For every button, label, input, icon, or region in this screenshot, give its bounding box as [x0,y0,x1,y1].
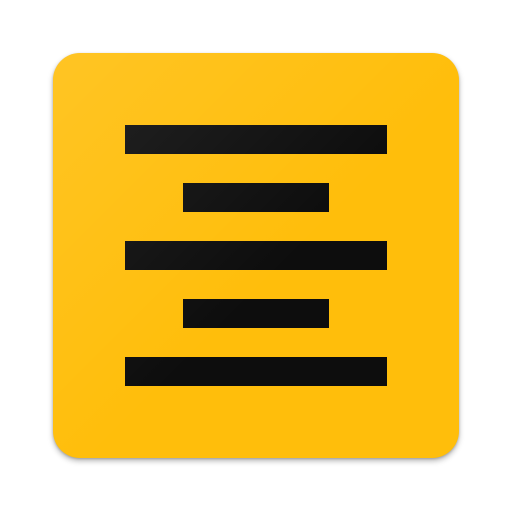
app-icon[interactable] [53,53,459,458]
glyph-line-long [125,241,387,270]
glyph-line-short [183,299,329,328]
text-align-center-icon [53,53,459,458]
glyph-line-short [183,183,329,212]
glyph-line-long [125,357,387,386]
glyph-line-long [125,125,387,154]
canvas [0,0,512,512]
